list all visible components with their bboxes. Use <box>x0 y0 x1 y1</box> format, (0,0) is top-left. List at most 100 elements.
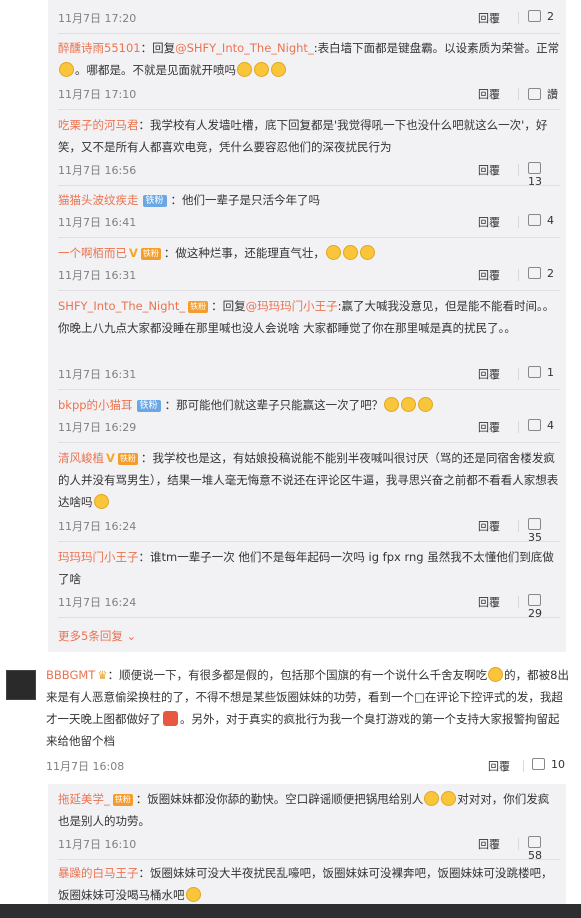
reply-item: SHFY_Into_The_Night_ 铁粉 ：回复@玛玛玛门小王子:赢了大喊我没… <box>58 295 560 339</box>
like-count: 2 <box>547 267 554 280</box>
like-count: 29 <box>528 607 542 620</box>
divider <box>58 617 560 618</box>
mention-link[interactable]: @SHFY_Into_The_Night_ <box>175 41 314 55</box>
reply-item: bkpp的小猫耳 铁粉 ：那可能他们就这辈子只能赢这一次了吧？ <box>58 394 560 416</box>
reply-button[interactable]: 回覆 <box>478 267 500 283</box>
reply-username[interactable]: 暴躁的白马王子 <box>58 866 139 880</box>
reply-button[interactable]: 回覆 <box>478 836 500 852</box>
emoji-icon <box>401 397 417 412</box>
reply-username[interactable]: 玛玛玛门小王子 <box>58 550 139 564</box>
reply-time: 11月7日 17:20 <box>58 12 137 25</box>
reply-username[interactable]: SHFY_Into_The_Night_ <box>58 299 185 313</box>
divider <box>58 389 560 390</box>
reply-username[interactable]: 吃栗子的河马君 <box>58 118 139 132</box>
iron-fan-badge: 铁粉 <box>112 794 133 806</box>
reply-meta: 11月7日 16:41 回覆 4 <box>58 214 560 232</box>
reply-text: 一个啊栢而已 V 铁粉 ：做这种烂事，还能理直气壮， <box>58 242 560 264</box>
thumb-up-icon <box>528 162 541 174</box>
iron-fan-badge: 铁粉 <box>142 195 167 207</box>
reply-meta: 11月7日 17:20 回覆 2 <box>58 10 560 28</box>
reply-text: 猫猫头波纹疾走 铁粉 ：他们一辈子是只活今年了吗 <box>58 189 560 211</box>
reply-username[interactable]: 猫猫头波纹疾走 <box>58 193 139 207</box>
reply-content: ：做这种烂事，还能理直气壮， <box>163 246 325 260</box>
like-button[interactable]: 2 <box>528 10 554 23</box>
reply-time: 11月7日 16:29 <box>58 421 137 434</box>
thumb-up-icon <box>532 758 545 770</box>
reply-content: :表白墙下面都是键盘霸。以设素质为荣誉。正常 <box>313 41 560 55</box>
like-count: 2 <box>547 10 554 23</box>
emoji-icon <box>254 62 269 77</box>
iron-fan-badge: 铁粉 <box>136 400 161 412</box>
reply-text: 暴躁的白马王子：饭圈妹妹可没大半夜扰民乱嚎吧，饭圈妹妹可没裸奔吧，饭圈妹妹可没跳… <box>58 862 560 906</box>
comment-username[interactable]: BBBGMT <box>46 668 95 682</box>
avatar[interactable] <box>6 670 36 700</box>
reply-button[interactable]: 回覆 <box>478 518 500 534</box>
reply-content: ：他们一辈子是只活今年了吗 <box>170 193 321 207</box>
reply-content-2: 。哪都是。不就是见面就开喷吗 <box>75 63 236 77</box>
like-button[interactable]: 4 <box>528 419 554 432</box>
like-count: 4 <box>547 214 554 227</box>
v-verified-icon: V <box>129 246 138 260</box>
reply-prefix: ：回复 <box>140 41 176 55</box>
emoji-icon <box>271 62 286 77</box>
reply-time: 11月7日 16:41 <box>58 216 137 229</box>
reply-item: 玛玛玛门小王子：谁tm一辈子一次 他们不是每年起码一次吗 ig fpx rng … <box>58 546 560 590</box>
reply-list: 11月7日 17:20 回覆 2 醉醺诗雨55101：回复@SHFY_Into_… <box>48 0 566 652</box>
like-button[interactable]: 4 <box>528 214 554 227</box>
reply-username[interactable]: 醉醺诗雨55101 <box>58 41 141 55</box>
reply-item: 醉醺诗雨55101：回复@SHFY_Into_The_Night_:表白墙下面都… <box>58 37 560 81</box>
reply-content: ：那可能他们就这辈子只能赢这一次了吧？ <box>164 398 384 412</box>
separator <box>518 421 519 433</box>
reply-button[interactable]: 回覆 <box>478 86 500 102</box>
reply-username[interactable]: 一个啊栢而已 <box>58 246 127 260</box>
like-button[interactable]: 1 <box>528 366 554 379</box>
reply-button[interactable]: 回覆 <box>478 214 500 230</box>
reply-button[interactable]: 回覆 <box>488 758 510 774</box>
reply-item: 拖延美学_ 铁粉 ：饭圈妹妹都没你舔的勤快。空口辟谣顺便把锅甩给别人 对对对，你们发疯… <box>58 788 560 832</box>
iron-fan-badge: 铁粉 <box>140 248 161 260</box>
reply-item: 暴躁的白马王子：饭圈妹妹可没大半夜扰民乱嚎吧，饭圈妹妹可没裸奔吧，饭圈妹妹可没跳… <box>58 862 560 906</box>
reply-time: 11月7日 17:10 <box>58 88 137 101</box>
reply-button[interactable]: 回覆 <box>478 10 500 26</box>
emoji-icon <box>488 667 504 682</box>
like-count: 4 <box>547 419 554 432</box>
separator <box>523 760 524 772</box>
like-button[interactable]: 2 <box>528 267 554 280</box>
reply-username[interactable]: 清风峻植 <box>58 451 104 465</box>
reply-content: ：饭圈妹妹都没你舔的勤快。空口辟谣顺便把锅甩给别人 <box>135 792 424 806</box>
emoji-icon <box>424 791 440 806</box>
separator <box>518 12 519 24</box>
comment-time: 11月7日 16:08 <box>46 760 125 773</box>
emoji-icon <box>441 791 457 806</box>
separator <box>518 88 519 100</box>
reply-item: 猫猫头波纹疾走 铁粉 ：他们一辈子是只活今年了吗 <box>58 189 560 211</box>
reply-text: SHFY_Into_The_Night_ 铁粉 ：回复@玛玛玛门小王子:赢了大喊我没… <box>58 295 560 339</box>
reply-button[interactable]: 回覆 <box>478 162 500 178</box>
emoji-icon <box>325 245 341 260</box>
reply-button[interactable]: 回覆 <box>478 419 500 435</box>
divider <box>58 290 560 291</box>
like-count: 35 <box>528 531 542 544</box>
angry-emoji-icon <box>163 711 178 726</box>
reply-username[interactable]: bkpp的小猫耳 <box>58 398 133 412</box>
divider <box>58 109 560 110</box>
reply-button[interactable]: 回覆 <box>478 366 500 382</box>
thumb-up-icon <box>528 88 541 100</box>
like-button[interactable]: 讚 <box>528 86 558 102</box>
separator <box>518 838 519 850</box>
reply-button[interactable]: 回覆 <box>478 594 500 610</box>
comment-content: ：顺便说一下，有很多都是假的，包括那个国旗的有一个说什么千舍友啊吃 <box>107 668 488 682</box>
chevron-down-icon: ⌄ <box>126 629 137 643</box>
reply-time: 11月7日 16:56 <box>58 164 137 177</box>
like-button[interactable]: 10 <box>532 758 565 771</box>
reply-text: 拖延美学_ 铁粉 ：饭圈妹妹都没你舔的勤快。空口辟谣顺便把锅甩给别人 对对对，你们发疯… <box>58 788 560 832</box>
mention-link[interactable]: @玛玛玛门小王子 <box>246 299 338 313</box>
divider <box>58 859 560 860</box>
emoji-icon <box>93 494 109 509</box>
more-replies-link[interactable]: 更多5条回复 ⌄ <box>58 628 136 644</box>
separator <box>518 269 519 281</box>
reply-username[interactable]: 拖延美学_ <box>58 792 110 806</box>
comment-text: BBBGMT ♛：顺便说一下，有很多都是假的，包括那个国旗的有一个说什么千舍友啊吃… <box>46 664 570 752</box>
reply-item: 一个啊栢而已 V 铁粉 ：做这种烂事，还能理直气壮， <box>58 242 560 264</box>
sub-reply-list: 拖延美学_ 铁粉 ：饭圈妹妹都没你舔的勤快。空口辟谣顺便把锅甩给别人 对对对，你们发疯… <box>48 784 566 904</box>
